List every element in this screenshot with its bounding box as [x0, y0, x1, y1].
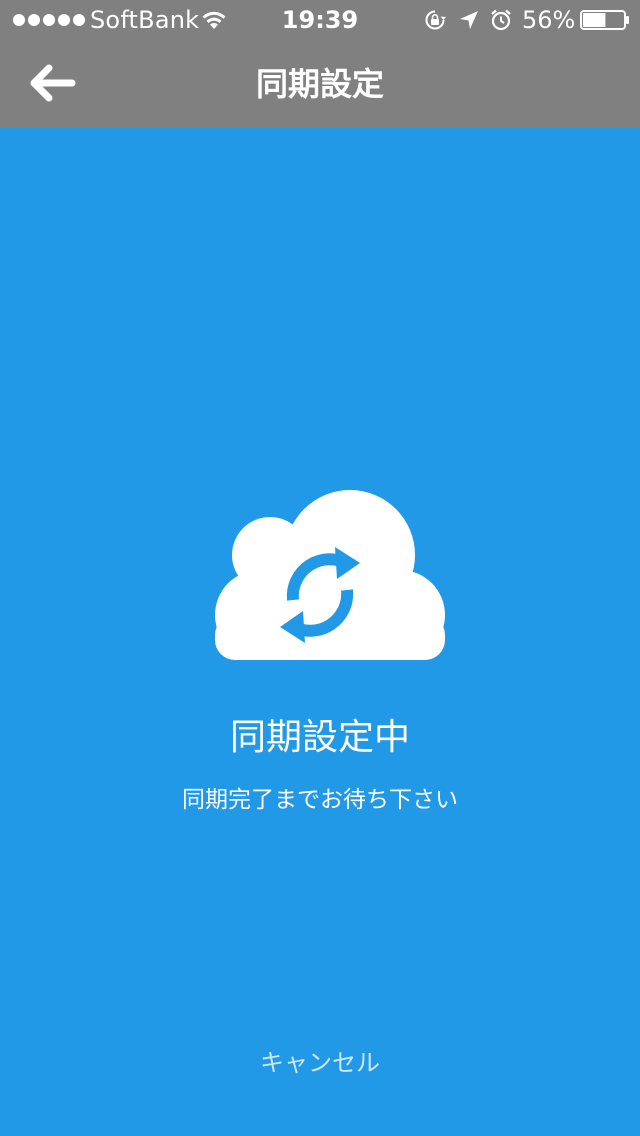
battery-icon	[580, 10, 629, 30]
battery-percentage: 56%	[522, 6, 576, 34]
sync-settings-screen: SoftBank 19:39 56% 同期設定 同期設定中 同期完了までお待ち下…	[0, 0, 640, 1136]
alarm-icon	[491, 9, 511, 31]
location-icon	[460, 11, 478, 29]
page-title: 同期設定	[255, 65, 384, 103]
cloud-sync-icon	[215, 490, 445, 660]
sync-status-title: 同期設定中	[229, 717, 410, 758]
cancel-button[interactable]: キャンセル	[220, 1040, 420, 1086]
navigation-bar: 同期設定	[0, 40, 640, 128]
sync-status-message: 同期完了までお待ち下さい	[182, 787, 458, 813]
top-bar: SoftBank 19:39 56% 同期設定	[0, 0, 640, 128]
lock-rotation-icon	[425, 10, 446, 30]
status-bar: SoftBank 19:39 56%	[0, 0, 640, 40]
